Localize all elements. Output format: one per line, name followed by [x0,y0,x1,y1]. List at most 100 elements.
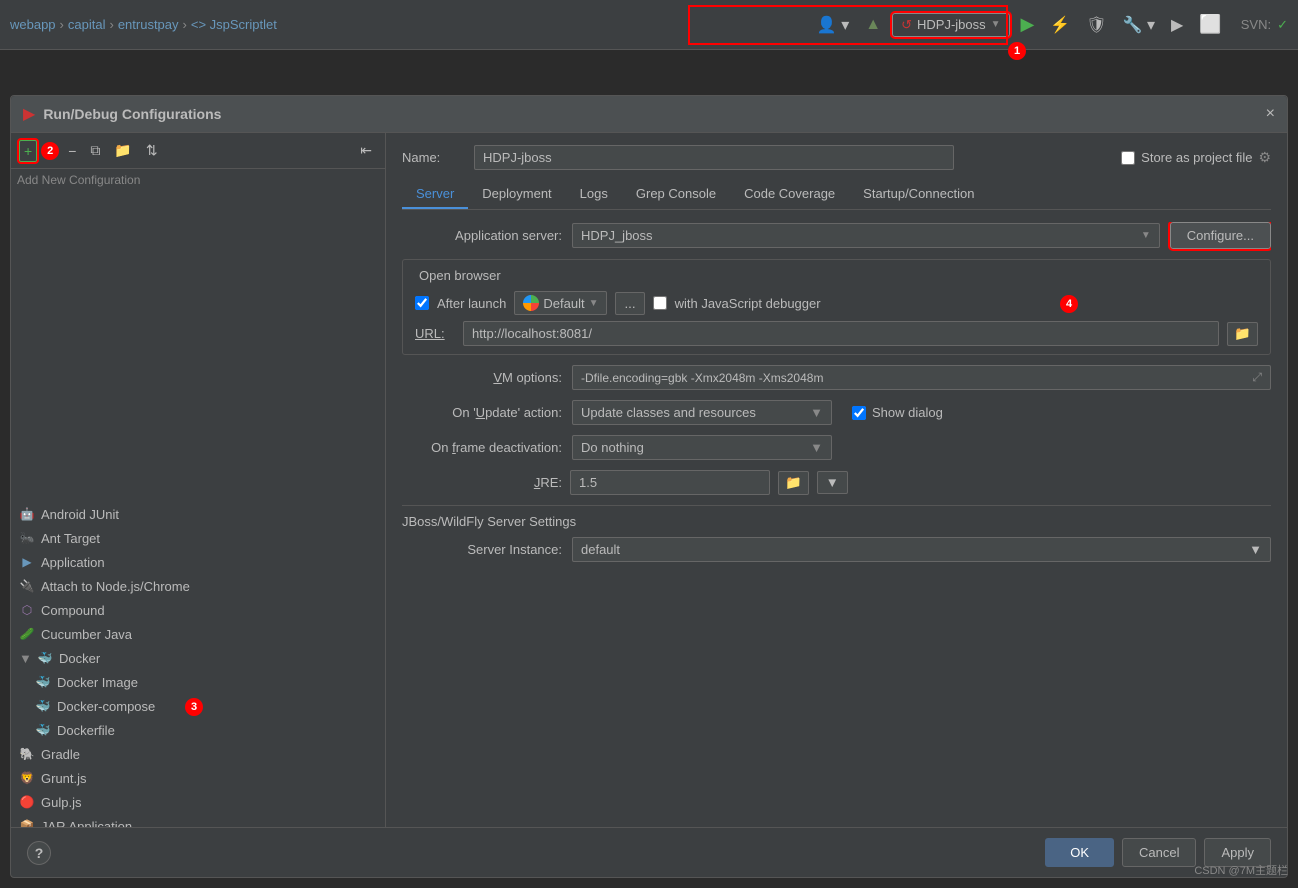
breadcrumb-item-4[interactable]: <> JspScriptlet [191,17,277,32]
jre-row: JRE: 📁 ▼ [402,470,1271,495]
store-project-checkbox[interactable] [1121,151,1135,165]
copy-config-button[interactable]: ⧉ [85,139,105,162]
breadcrumb-item-3[interactable]: entrustpay [118,17,179,32]
tree-item-docker-image-label: Docker Image [57,675,138,690]
js-debugger-label: with JavaScript debugger [675,296,821,311]
tab-startup-connection[interactable]: Startup/Connection [849,180,988,209]
collapse-button[interactable]: ⇤ [355,139,377,162]
on-update-select[interactable]: Update classes and resources ▼ [572,400,832,425]
gear-icon[interactable]: ⚙ [1258,149,1271,166]
cancel-button[interactable]: Cancel [1122,838,1196,867]
vm-options-label: VM options: [402,370,562,385]
profile-run-button[interactable]: 🔧 ▾ [1118,12,1160,38]
config-tabs: Server Deployment Logs Grep Console Code… [402,180,1271,210]
store-project-label: Store as project file [1141,150,1252,165]
nodejs-icon: 🔌 [19,578,35,594]
tree-item-ant[interactable]: 🐜 Ant Target [11,526,385,550]
jar-icon: 📦 [19,818,35,827]
ant-icon: 🐜 [19,530,35,546]
top-bar: webapp › capital › entrustpay › <> JspSc… [0,0,1298,50]
run-config-name: HDPJ-jboss [917,17,986,32]
server-instance-arrow: ▼ [1249,542,1262,557]
coverage-button[interactable]: 🛡 [1081,12,1111,38]
debug-button[interactable]: ⚡ [1045,12,1075,38]
tree-item-dockerfile[interactable]: 🐳 Dockerfile [11,718,385,742]
stop-button[interactable]: ⬜ [1194,11,1226,38]
tree-item-grunt[interactable]: 🦁 Grunt.js [11,766,385,790]
url-folder-button[interactable]: 📁 [1227,322,1258,346]
on-frame-select[interactable]: Do nothing ▼ [572,435,832,460]
dialog-close-button[interactable]: × [1266,105,1275,123]
jre-input[interactable] [570,470,770,495]
tab-grep-console[interactable]: Grep Console [622,180,730,209]
tab-code-coverage[interactable]: Code Coverage [730,180,849,209]
on-frame-value: Do nothing [581,440,644,455]
sort-button[interactable]: ⇅ [141,139,163,162]
open-browser-title: Open browser [419,268,1258,283]
on-update-row: On 'Update' action: Update classes and r… [402,400,1271,425]
vcs-update-button[interactable]: ▲ [860,13,886,37]
tree-item-application[interactable]: ▶ Application [11,550,385,574]
tree-item-docker-label: Docker [59,651,100,666]
name-field-label: Name: [402,150,462,165]
tree-item-grunt-label: Grunt.js [41,771,87,786]
tree-item-gradle[interactable]: 🐘 Gradle [11,742,385,766]
name-input[interactable] [474,145,954,170]
app-server-select[interactable]: HDPJ_jboss ▼ [572,223,1160,248]
remove-config-button[interactable]: − [63,140,81,162]
jre-folder-button[interactable]: 📁 [778,471,809,495]
dockerfile-icon: 🐳 [35,722,51,738]
dialog-footer: ? OK Cancel Apply [11,827,1287,877]
run-button[interactable]: ▶ [1016,11,1040,38]
after-launch-checkbox[interactable] [415,296,429,310]
jre-expand-button[interactable]: ▼ [817,471,848,494]
tree-item-compound-label: Compound [41,603,105,618]
vm-options-expand-icon[interactable]: ⤢ [1252,370,1262,385]
android-icon: 🤖 [19,506,35,522]
move-to-folder-button[interactable]: 📁 [109,139,136,162]
on-update-label: On 'Update' action: [402,405,562,420]
tab-deployment[interactable]: Deployment [468,180,565,209]
tab-server[interactable]: Server [402,180,468,209]
tree-item-gulp[interactable]: 🔴 Gulp.js [11,790,385,814]
tree-item-cucumber-label: Cucumber Java [41,627,132,642]
breadcrumb-item-1[interactable]: webapp [10,17,56,32]
tree-item-docker-compose-label: Docker-compose [57,699,155,714]
url-input[interactable] [463,321,1219,346]
run-with-button[interactable]: ▶ [1166,12,1188,38]
config-tree: 🤖 Android JUnit 🐜 Ant Target ▶ Applicati… [11,498,385,827]
tree-item-jar[interactable]: 📦 JAR Application [11,814,385,827]
app-server-row: Application server: HDPJ_jboss ▼ Configu… [402,222,1271,249]
ok-button[interactable]: OK [1045,838,1114,867]
run-config-selector[interactable]: ↺ HDPJ-jboss ▼ [892,13,1009,37]
watermark: CSDN @7M主题栏 [1194,862,1288,878]
browser-select[interactable]: Default ▼ [514,291,607,315]
server-instance-select[interactable]: default ▼ [572,537,1271,562]
left-panel: + 2 − ⧉ 📁 ⇅ ⇤ Add New Configuration 🤖 An… [11,133,386,827]
js-debugger-checkbox[interactable] [653,296,667,310]
app-server-label: Application server: [402,228,562,243]
help-button[interactable]: ? [27,841,51,865]
name-row: Name: Store as project file ⚙ [402,145,1271,170]
tree-item-cucumber[interactable]: 🥒 Cucumber Java [11,622,385,646]
tree-item-android[interactable]: 🤖 Android JUnit [11,502,385,526]
tree-item-docker[interactable]: ▼ 🐳 Docker [11,646,385,670]
add-config-button[interactable]: + [19,140,37,162]
profile-button[interactable]: 👤 ▾ [812,12,854,38]
tab-logs[interactable]: Logs [566,180,622,209]
tree-item-docker-image[interactable]: 🐳 Docker Image [11,670,385,694]
tree-item-application-label: Application [41,555,105,570]
tree-item-attach[interactable]: 🔌 Attach to Node.js/Chrome [11,574,385,598]
docker-compose-icon: 🐳 [35,698,51,714]
cucumber-icon: 🥒 [19,626,35,642]
configure-button[interactable]: Configure... [1170,222,1271,249]
browser-more-button[interactable]: ... [615,292,644,315]
vm-options-field[interactable]: -Dfile.encoding=gbk -Xmx2048m -Xms2048m … [572,365,1271,390]
breadcrumb-item-2[interactable]: capital [68,17,106,32]
tree-item-docker-compose[interactable]: 🐳 Docker-compose [11,694,385,718]
gulp-icon: 🔴 [19,794,35,810]
tree-item-compound[interactable]: ⬡ Compound [11,598,385,622]
show-dialog-checkbox[interactable] [852,406,866,420]
on-update-value: Update classes and resources [581,405,756,420]
application-icon: ▶ [19,554,35,570]
